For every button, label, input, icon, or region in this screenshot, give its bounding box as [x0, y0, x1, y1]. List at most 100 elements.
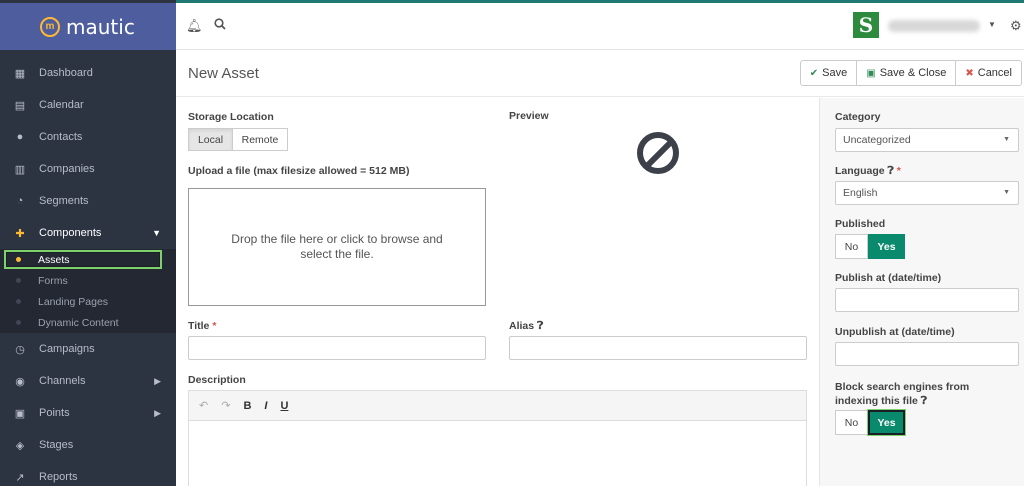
published-yes-option[interactable]: Yes — [868, 234, 905, 259]
sidebar-item-reports[interactable]: ↗ Reports — [0, 461, 176, 486]
tachometer-icon: ◈ — [15, 439, 25, 452]
sidebar-subitem-landing-pages[interactable]: Landing Pages — [0, 291, 176, 312]
sidebar-subitem-label: Landing Pages — [38, 295, 109, 308]
puzzle-icon: ✚ — [15, 227, 25, 240]
title-label: Title * — [188, 320, 216, 332]
caret-right-icon: ▶ — [154, 407, 161, 418]
sidebar-item-points[interactable]: ▣ Points ▶ — [0, 397, 176, 429]
sidebar-item-label: Reports — [39, 471, 78, 483]
floppy-icon: ▣ — [866, 67, 876, 79]
sidebar-item-segments[interactable]: ◔ Segments — [0, 185, 176, 217]
sidebar-subitem-dynamic-content[interactable]: Dynamic Content — [0, 312, 176, 333]
gear-icon[interactable]: ⚙ — [1010, 18, 1022, 34]
sidebar-item-label: Companies — [39, 163, 95, 175]
undo-icon[interactable]: ↶ — [199, 399, 208, 412]
dot-icon — [16, 299, 21, 304]
published-label: Published — [835, 218, 886, 230]
sidebar-item-channels[interactable]: ◉ Channels ▶ — [0, 365, 176, 397]
rss-icon: ◉ — [15, 375, 25, 388]
storage-local-option[interactable]: Local — [188, 128, 233, 151]
sidebar-item-label: Segments — [39, 195, 89, 207]
calculator-icon: ▣ — [14, 407, 26, 420]
file-dropzone[interactable]: Drop the file here or click to browse an… — [188, 188, 486, 306]
caret-down-icon: ▼ — [1003, 189, 1010, 196]
bell-icon[interactable]: 🔔︎ — [186, 18, 203, 34]
save-button[interactable]: ✔ Save — [799, 60, 858, 86]
sidebar-item-label: Contacts — [39, 131, 83, 143]
category-label: Category — [835, 111, 881, 123]
sidebar-item-label: Stages — [39, 439, 74, 451]
search-icon[interactable] — [214, 18, 226, 33]
sidebar-item-contacts[interactable]: ● Contacts — [0, 121, 176, 153]
dropzone-text: Drop the file here or click to browse an… — [231, 232, 443, 261]
preview-label: Preview — [509, 110, 549, 122]
brand-name: mautic — [66, 14, 135, 39]
sidebar-item-components[interactable]: ✚ Components ▼ — [0, 217, 176, 249]
alias-input[interactable] — [509, 336, 807, 360]
username-blurred[interactable] — [888, 20, 980, 32]
sidebar-item-companies[interactable]: ▥ Companies — [0, 153, 176, 185]
page-title-bar: New Asset ✔ Save ▣ Save & Close ✖ Cancel — [176, 51, 1024, 97]
block-search-label: Block search engines from indexing this … — [835, 380, 1015, 408]
top-header: 🔔︎ S ▼ ⚙ — [176, 3, 1024, 50]
category-select[interactable]: Uncategorized ▼ — [835, 128, 1019, 152]
building-icon: ▥ — [14, 163, 26, 176]
action-buttons: ✔ Save ▣ Save & Close ✖ Cancel — [799, 60, 1022, 86]
question-circle-icon[interactable]: ❓︎ — [537, 320, 543, 332]
sidebar-subitem-forms[interactable]: Forms — [0, 270, 176, 291]
block-search-toggle: No Yes — [835, 410, 905, 435]
caret-right-icon: ▶ — [154, 375, 161, 386]
mautic-logo-icon: m — [40, 16, 60, 37]
sidebar-subitem-label: Forms — [38, 274, 68, 287]
italic-icon[interactable]: I — [264, 400, 267, 412]
sidebar-subitem-assets[interactable]: Assets — [0, 249, 176, 270]
required-asterisk: * — [896, 165, 901, 177]
user-icon: ● — [16, 131, 24, 143]
cancel-button[interactable]: ✖ Cancel — [955, 60, 1022, 86]
underline-icon[interactable]: U — [280, 400, 288, 412]
sidebar-item-label: Points — [39, 407, 70, 419]
sidebar-item-label: Campaigns — [39, 343, 95, 355]
save-close-button[interactable]: ▣ Save & Close — [856, 60, 957, 86]
published-no-option[interactable]: No — [835, 234, 868, 259]
avatar[interactable]: S — [853, 12, 879, 38]
dashboard-icon: ▦ — [14, 67, 26, 80]
sidebar-item-campaigns[interactable]: ◷ Campaigns — [0, 333, 176, 365]
check-icon: ✔ — [809, 67, 819, 79]
question-circle-icon[interactable]: ❓︎ — [888, 165, 894, 177]
caret-down-icon: ▼ — [152, 228, 161, 238]
bold-icon[interactable]: B — [243, 400, 251, 412]
language-select[interactable]: English ▼ — [835, 181, 1019, 205]
line-chart-icon: ↗ — [15, 471, 25, 484]
caret-down-icon: ▼ — [1003, 136, 1010, 143]
sidebar-item-label: Dashboard — [39, 67, 93, 79]
storage-remote-option[interactable]: Remote — [232, 128, 288, 151]
brand-logo[interactable]: m mautic — [0, 3, 176, 50]
sidebar-item-label: Components — [39, 227, 102, 239]
close-icon: ✖ — [965, 67, 974, 79]
question-circle-icon[interactable]: ❓︎ — [921, 395, 927, 407]
language-label-text: Language — [835, 165, 885, 177]
title-input[interactable] — [188, 336, 486, 360]
redo-icon[interactable]: ↷ — [221, 399, 230, 412]
language-value: English — [843, 187, 878, 199]
block-search-yes-option[interactable]: Yes — [868, 410, 905, 435]
publish-at-input[interactable] — [835, 288, 1019, 312]
unpublish-at-label: Unpublish at (date/time) — [835, 326, 955, 338]
sidebar-item-calendar[interactable]: ▤ Calendar — [0, 89, 176, 121]
description-editor[interactable]: ↶ ↷ B I U — [188, 390, 807, 486]
category-value: Uncategorized — [843, 134, 911, 146]
alias-label-text: Alias — [509, 320, 535, 332]
sidebar-item-dashboard[interactable]: ▦ Dashboard — [0, 57, 176, 89]
alias-label: Alias ❓︎ — [509, 320, 543, 333]
caret-down-icon[interactable]: ▼ — [988, 20, 996, 29]
components-submenu: Assets Forms Landing Pages Dynamic Conte… — [0, 249, 176, 333]
unpublish-at-input[interactable] — [835, 342, 1019, 366]
sidebar-item-label: Calendar — [39, 99, 84, 111]
sidebar-item-label: Channels — [39, 375, 86, 387]
dot-icon — [16, 320, 21, 325]
block-search-no-option[interactable]: No — [835, 410, 868, 435]
sidebar-item-stages[interactable]: ◈ Stages — [0, 429, 176, 461]
description-label: Description — [188, 374, 246, 386]
language-label: Language ❓︎ * — [835, 165, 901, 178]
